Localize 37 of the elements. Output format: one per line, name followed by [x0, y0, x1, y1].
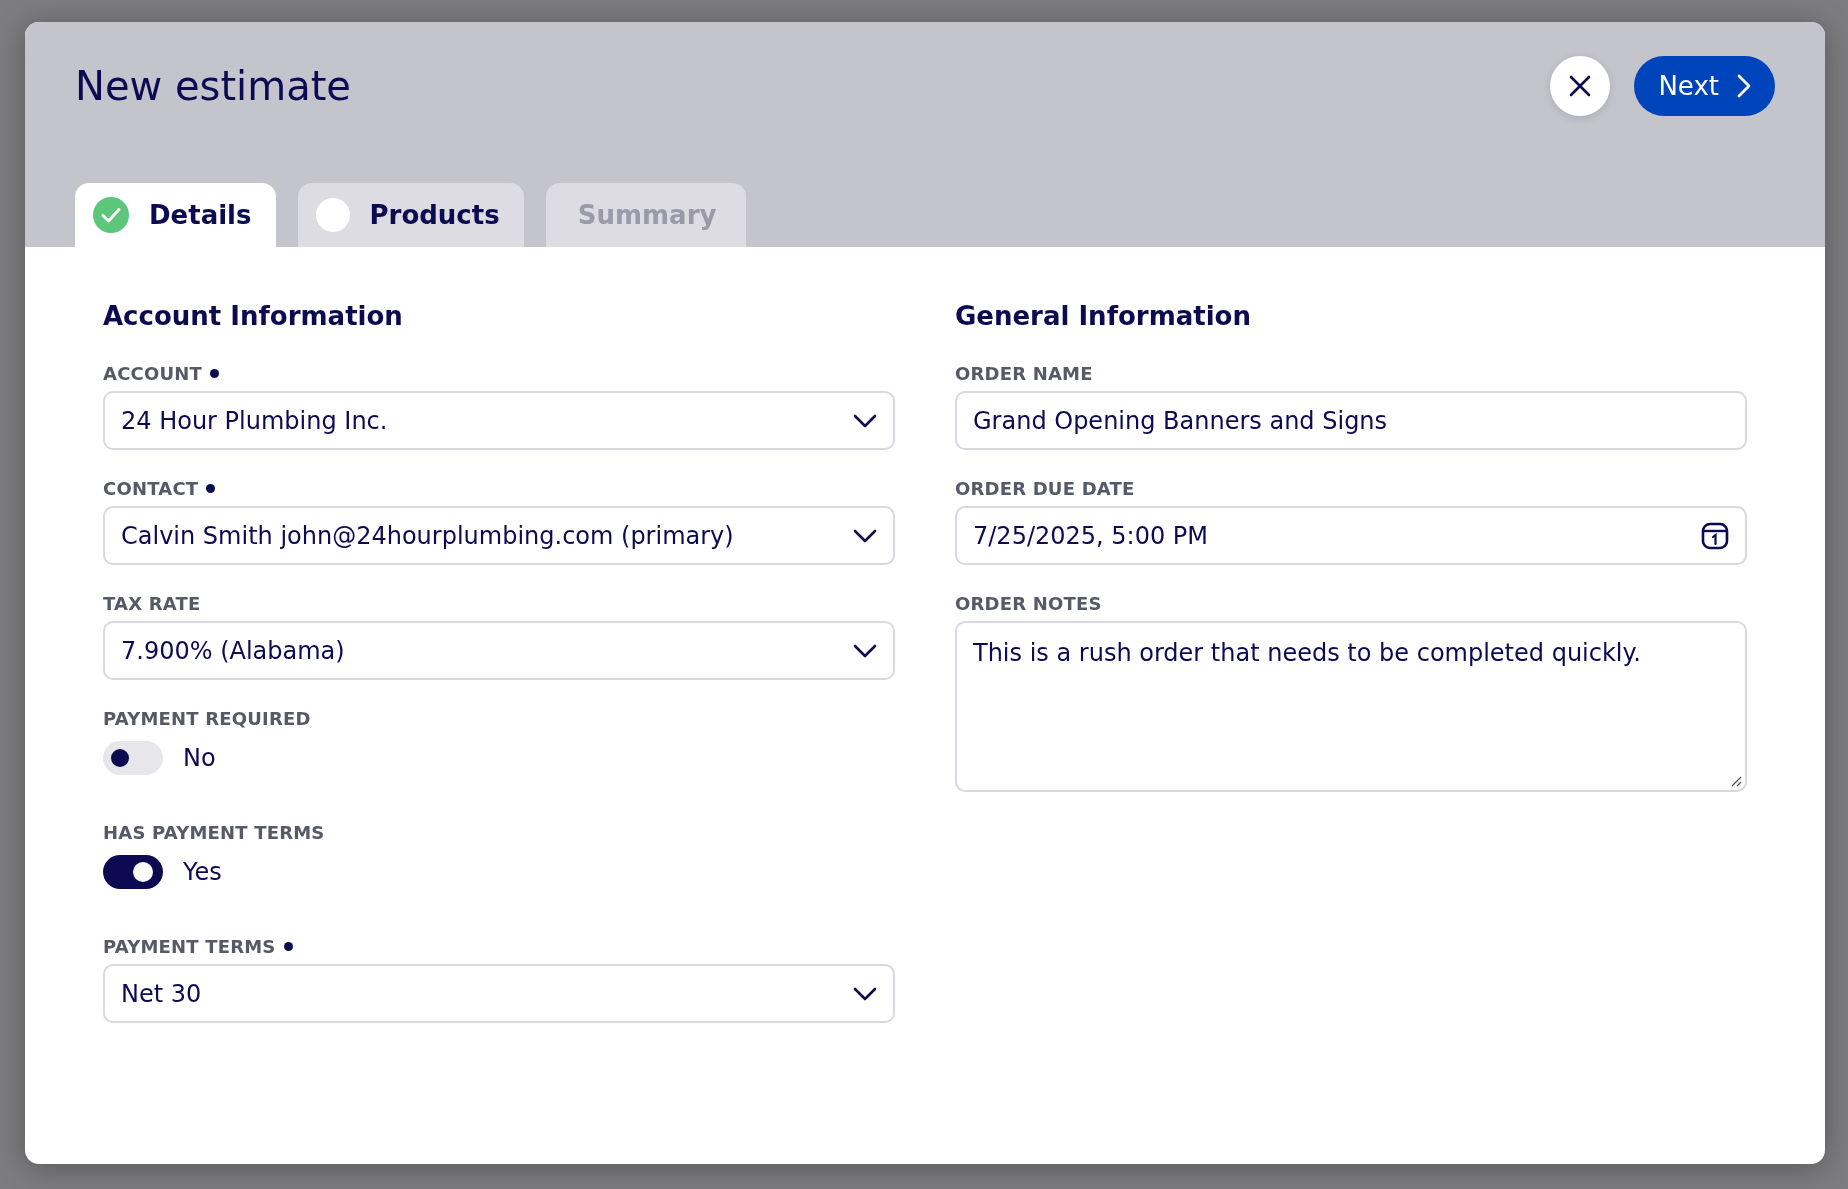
- toggle-value: No: [183, 744, 216, 772]
- field-label: ORDER DUE DATE: [955, 477, 1135, 499]
- chevron-down-icon: [853, 986, 877, 1001]
- date-field[interactable]: 7/25/2025, 5:00 PM: [955, 506, 1747, 565]
- section-heading: Account Information: [103, 301, 404, 333]
- dropdown[interactable]: 7.900% (Alabama): [103, 621, 895, 680]
- field-label: ORDER NAME: [955, 362, 1093, 384]
- field-label: HAS PAYMENT TERMS: [103, 821, 325, 843]
- chevron-down-icon: [853, 413, 877, 428]
- tab[interactable]: Details: [75, 183, 276, 247]
- field-label: CONTACT: [103, 477, 199, 499]
- dropdown[interactable]: Net 30: [103, 964, 895, 1023]
- dropdown[interactable]: 24 Hour Plumbing Inc.: [103, 391, 895, 450]
- empty-circle-icon: [315, 198, 350, 232]
- next-button[interactable]: Next: [1634, 56, 1775, 116]
- tab[interactable]: Products: [297, 183, 524, 247]
- field-label: ORDER NOTES: [955, 592, 1102, 614]
- field-label: ACCOUNT: [103, 362, 202, 384]
- field-label: PAYMENT REQUIRED: [103, 707, 311, 729]
- section-heading: General Information: [955, 301, 1252, 333]
- close-icon: [1569, 75, 1592, 97]
- toggle-switch[interactable]: [103, 855, 163, 889]
- toggle-switch[interactable]: [103, 741, 163, 775]
- field-label: TAX RATE: [103, 592, 201, 614]
- dropdown[interactable]: Calvin Smith john@24hourplumbing.com (primary): [103, 506, 895, 565]
- check-circle-icon: [93, 197, 129, 233]
- calendar-icon: [1701, 521, 1729, 550]
- field-label: PAYMENT TERMS: [103, 935, 276, 957]
- chevron-right-icon: [1737, 74, 1751, 98]
- notes-field[interactable]: This is a rush order that needs to be completed quickly.: [955, 621, 1747, 792]
- chevron-down-icon: [853, 643, 877, 658]
- text-field[interactable]: Grand Opening Banners and Signs: [955, 391, 1747, 450]
- resize-handle-icon[interactable]: [1730, 775, 1742, 787]
- toggle-value: Yes: [183, 858, 222, 886]
- dialog-title: New estimate: [75, 63, 352, 109]
- chevron-down-icon: [853, 528, 877, 543]
- close-button[interactable]: [1550, 56, 1611, 116]
